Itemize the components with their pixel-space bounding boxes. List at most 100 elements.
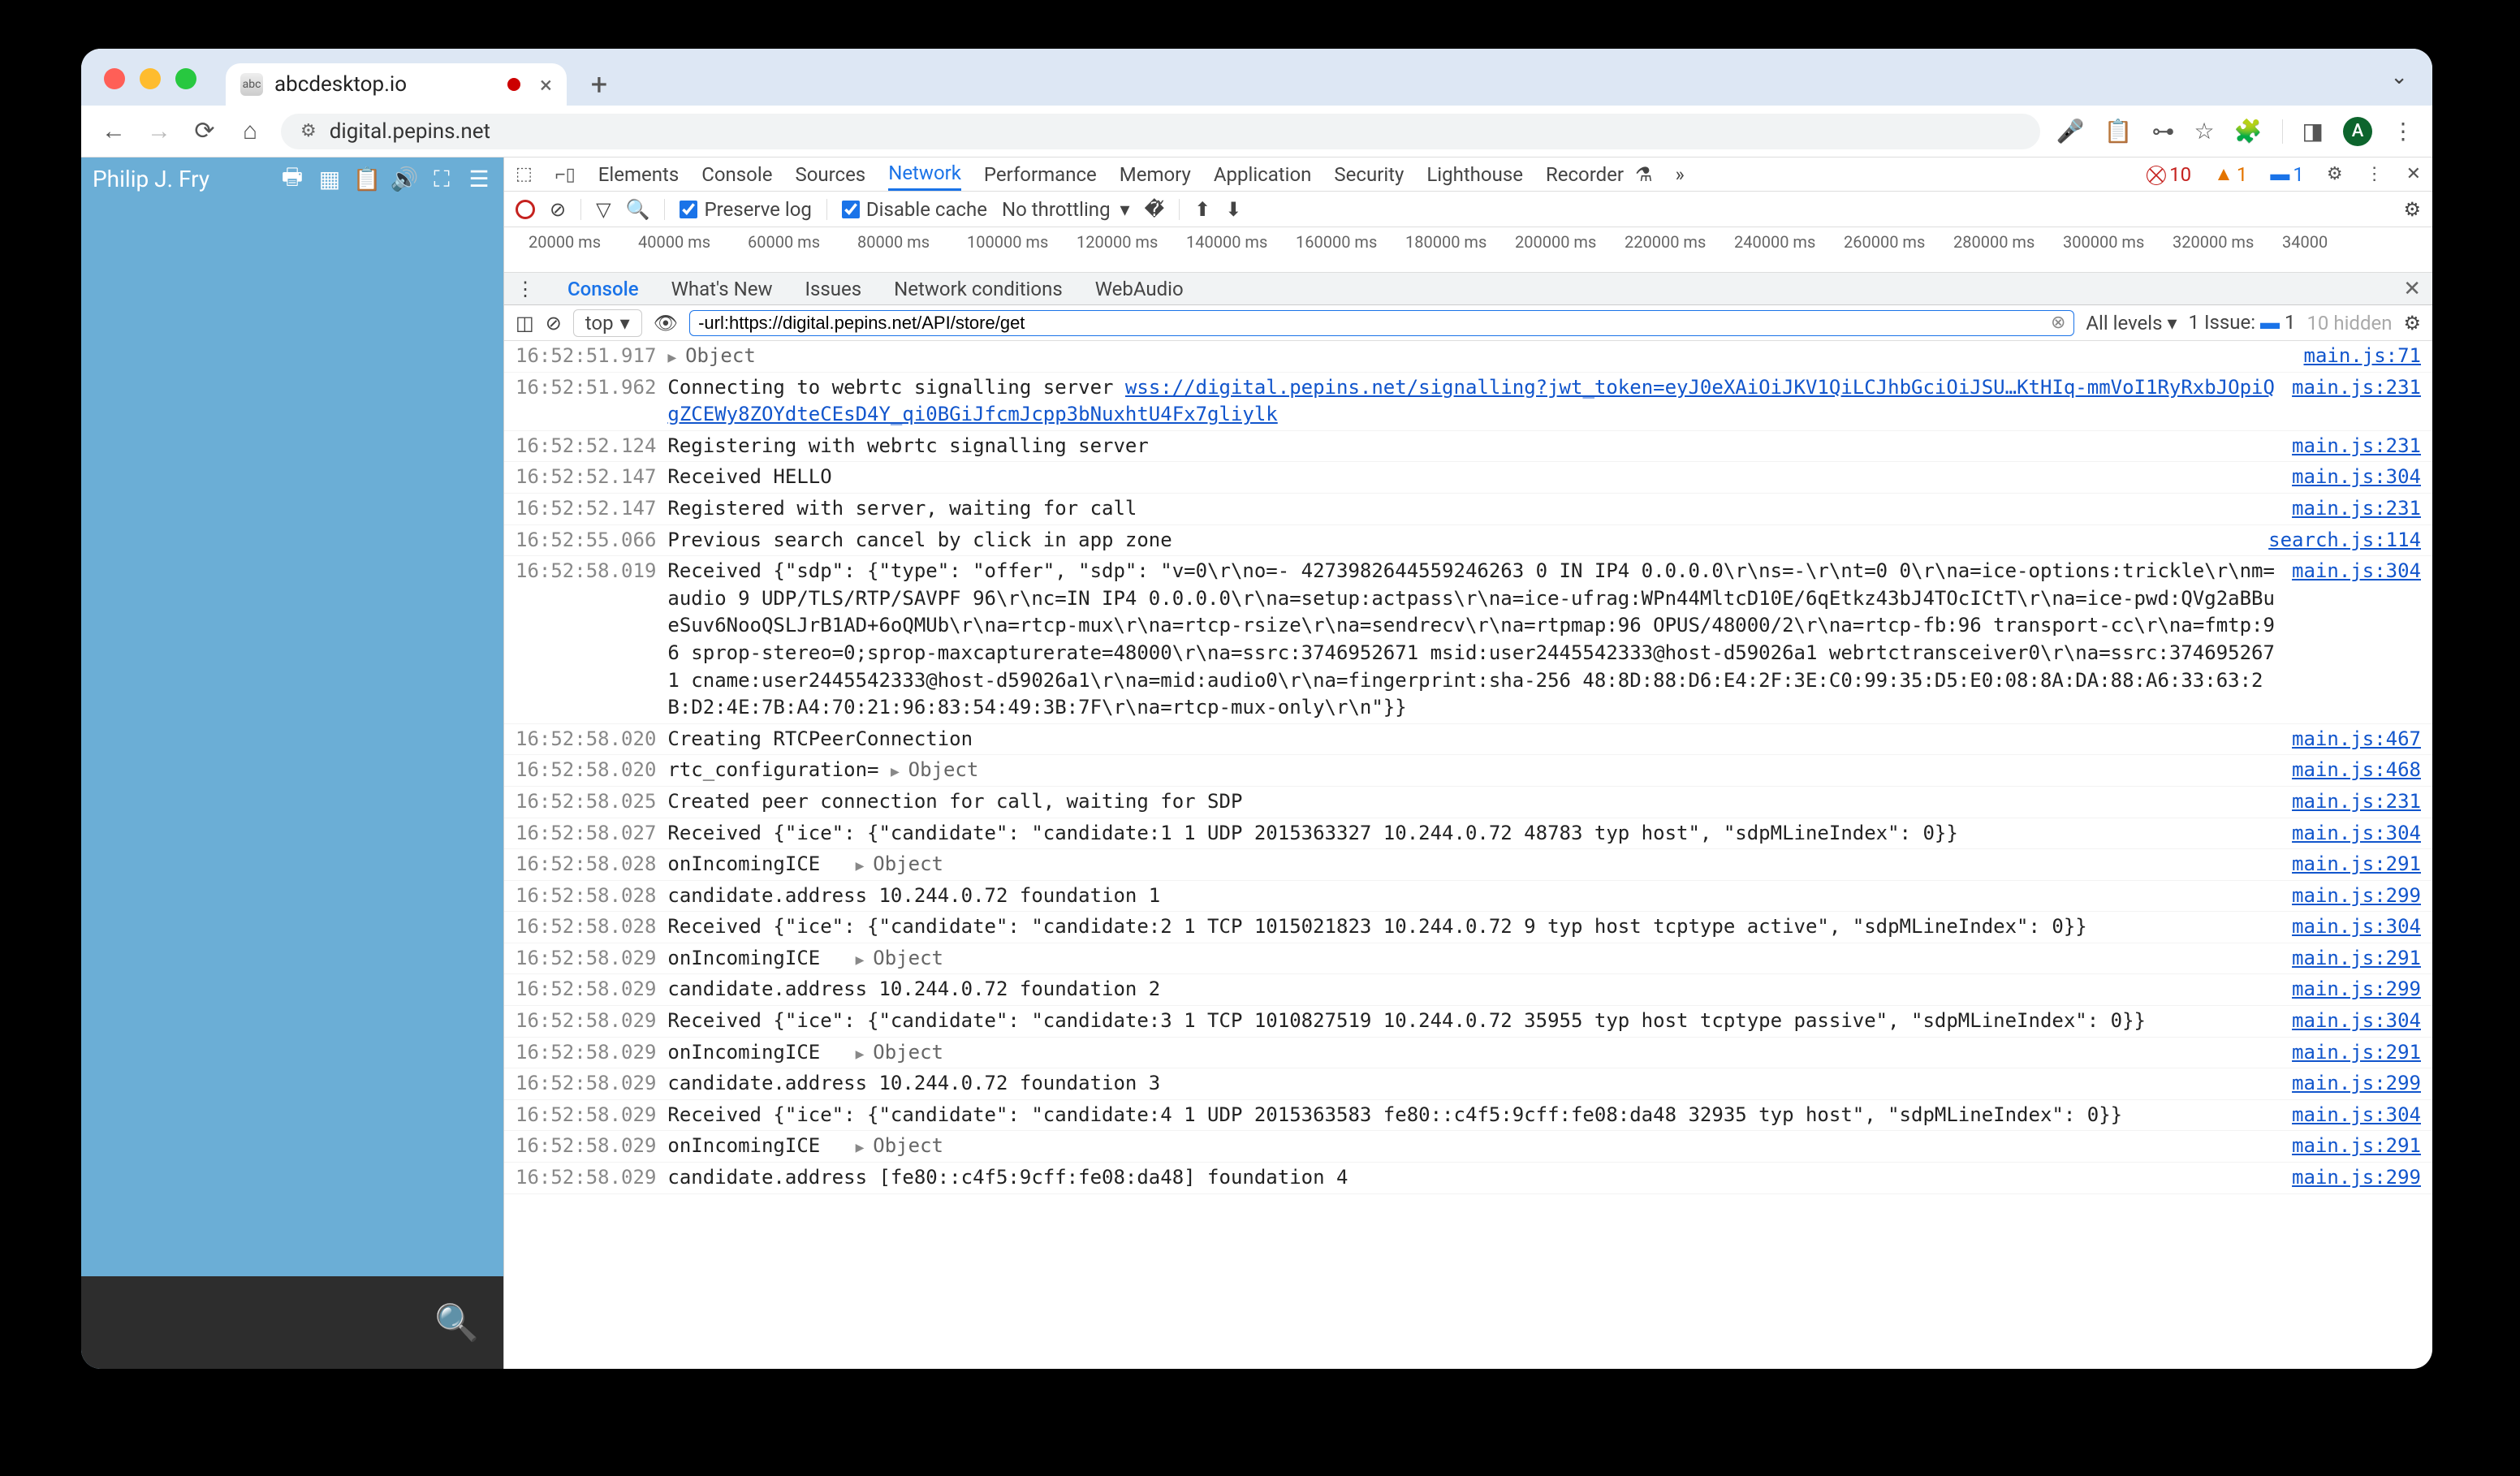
tab-lighthouse[interactable]: Lighthouse <box>1426 158 1523 191</box>
log-source-link[interactable]: search.js:114 <box>2268 527 2421 555</box>
log-row[interactable]: 16:52:58.029candidate.address 10.244.0.7… <box>504 1068 2432 1100</box>
extensions-icon[interactable]: 🧩 <box>2234 118 2263 145</box>
list-icon[interactable]: ☰ <box>466 166 492 192</box>
tab-security[interactable]: Security <box>1334 158 1404 191</box>
log-row[interactable]: 16:52:52.147Received HELLOmain.js:304 <box>504 462 2432 494</box>
log-source-link[interactable]: main.js:299 <box>2292 883 2421 910</box>
log-source-link[interactable]: main.js:304 <box>2292 558 2421 585</box>
volume-icon[interactable]: 🔊 <box>391 166 417 192</box>
log-row[interactable]: 16:52:58.027Received {"ice": {"candidate… <box>504 818 2432 850</box>
object-toggle[interactable]: Object <box>891 758 978 781</box>
log-row[interactable]: 16:52:58.029candidate.address 10.244.0.7… <box>504 974 2432 1006</box>
warning-count[interactable]: ▲ 1 <box>2214 162 2247 186</box>
console-filter-input[interactable]: ⊗ <box>689 310 2074 336</box>
tab-list-button[interactable]: ⌄ <box>2390 65 2408 89</box>
console-log[interactable]: 16:52:51.917Objectmain.js:7116:52:51.962… <box>504 341 2432 1369</box>
key-icon[interactable]: ⊶ <box>2152 118 2175 145</box>
context-select[interactable]: top ▾ <box>573 309 642 337</box>
log-source-link[interactable]: main.js:231 <box>2292 788 2421 816</box>
log-row[interactable]: 16:52:58.029candidate.address [fe80::c4f… <box>504 1163 2432 1194</box>
tab-sources[interactable]: Sources <box>795 158 865 191</box>
log-row[interactable]: 16:52:58.029onIncomingICE Objectmain.js:… <box>504 943 2432 975</box>
log-source-link[interactable]: main.js:304 <box>2292 464 2421 491</box>
url-input[interactable]: ⚙ digital.pepins.net <box>281 114 2040 149</box>
devtools-menu-icon[interactable]: ⋮ <box>2366 164 2384 184</box>
log-row[interactable]: 16:52:51.917Objectmain.js:71 <box>504 341 2432 373</box>
disable-cache-checkbox[interactable]: Disable cache <box>842 198 987 221</box>
drawer-tab-webaudio[interactable]: WebAudio <box>1095 278 1184 300</box>
sidebar-toggle-icon[interactable]: ◫ <box>516 312 534 334</box>
log-row[interactable]: 16:52:58.029onIncomingICE Objectmain.js:… <box>504 1131 2432 1163</box>
hidden-count[interactable]: 10 hidden <box>2306 312 2392 334</box>
log-source-link[interactable]: main.js:291 <box>2292 1039 2421 1067</box>
clipboard-icon[interactable]: 📋 <box>354 166 380 192</box>
log-row[interactable]: 16:52:58.020Creating RTCPeerConnectionma… <box>504 724 2432 756</box>
log-row[interactable]: 16:52:58.025Created peer connection for … <box>504 787 2432 818</box>
clear-filter-button[interactable]: ⊗ <box>2051 313 2065 333</box>
object-toggle[interactable]: Object <box>856 1041 943 1064</box>
log-source-link[interactable]: main.js:304 <box>2292 820 2421 848</box>
app-desktop[interactable] <box>81 201 503 1276</box>
back-button[interactable]: ← <box>99 117 128 146</box>
home-button[interactable]: ⌂ <box>235 117 265 146</box>
tab-application[interactable]: Application <box>1214 158 1312 191</box>
log-row[interactable]: 16:52:58.019Received {"sdp": {"type": "o… <box>504 556 2432 724</box>
log-row[interactable]: 16:52:58.029onIncomingICE Objectmain.js:… <box>504 1038 2432 1069</box>
network-timeline[interactable]: 20000 ms40000 ms60000 ms80000 ms100000 m… <box>504 227 2432 273</box>
clear-button[interactable]: ⊘ <box>550 198 566 221</box>
object-toggle[interactable]: Object <box>667 344 755 367</box>
log-row[interactable]: 16:52:58.028Received {"ice": {"candidate… <box>504 912 2432 943</box>
inspect-icon[interactable]: ⬚ <box>516 164 533 184</box>
more-tabs-icon[interactable]: » <box>1676 163 1685 186</box>
tab-memory[interactable]: Memory <box>1120 158 1191 191</box>
error-count[interactable]: ⛒ 10 <box>2147 163 2191 186</box>
log-row[interactable]: 16:52:52.147Registered with server, wait… <box>504 494 2432 525</box>
grid-icon[interactable]: ▦ <box>317 166 343 192</box>
minimize-window-button[interactable] <box>140 68 161 89</box>
log-source-link[interactable]: main.js:291 <box>2292 851 2421 878</box>
drawer-tab-netconditions[interactable]: Network conditions <box>894 278 1063 300</box>
log-row[interactable]: 16:52:52.124Registering with webrtc sign… <box>504 431 2432 463</box>
tab-recorder[interactable]: Recorder ⚗ <box>1546 158 1653 191</box>
log-source-link[interactable]: main.js:304 <box>2292 913 2421 941</box>
bookmark-icon[interactable]: ☆ <box>2194 118 2215 145</box>
log-row[interactable]: 16:52:51.962Connecting to webrtc signall… <box>504 373 2432 431</box>
issues-link[interactable]: 1 Issue: ▬ 1 <box>2189 311 2296 334</box>
tab-elements[interactable]: Elements <box>598 158 679 191</box>
log-row[interactable]: 16:52:58.028candidate.address 10.244.0.7… <box>504 881 2432 913</box>
fullscreen-icon[interactable]: ⛶ <box>429 166 455 192</box>
throttling-select[interactable]: No throttling ▾ <box>1002 198 1129 221</box>
log-source-link[interactable]: main.js:468 <box>2292 757 2421 784</box>
close-tab-button[interactable]: × <box>540 71 552 98</box>
print-icon[interactable]: 🖶 <box>279 166 305 192</box>
tab-console[interactable]: Console <box>701 158 772 191</box>
drawer-tab-issues[interactable]: Issues <box>805 278 862 300</box>
log-row[interactable]: 16:52:58.028onIncomingICE Objectmain.js:… <box>504 849 2432 881</box>
log-row[interactable]: 16:52:55.066Previous search cancel by cl… <box>504 525 2432 557</box>
clear-console-button[interactable]: ⊘ <box>546 312 562 334</box>
tab-performance[interactable]: Performance <box>984 158 1097 191</box>
close-devtools-button[interactable]: ✕ <box>2406 164 2421 184</box>
tab-network[interactable]: Network <box>888 158 961 191</box>
log-source-link[interactable]: main.js:304 <box>2292 1008 2421 1035</box>
log-source-link[interactable]: main.js:467 <box>2292 726 2421 753</box>
log-link[interactable]: wss://digital.pepins.net/signalling?jwt_… <box>667 376 2275 426</box>
object-toggle[interactable]: Object <box>856 852 943 875</box>
log-source-link[interactable]: main.js:231 <box>2292 495 2421 523</box>
log-row[interactable]: 16:52:58.029Received {"ice": {"candidate… <box>504 1100 2432 1132</box>
forward-button[interactable]: → <box>145 117 174 146</box>
log-source-link[interactable]: main.js:231 <box>2292 433 2421 460</box>
log-source-link[interactable]: main.js:71 <box>2304 343 2422 370</box>
close-drawer-button[interactable]: ✕ <box>2403 277 2421 301</box>
log-source-link[interactable]: main.js:299 <box>2292 1164 2421 1192</box>
log-source-link[interactable]: main.js:299 <box>2292 1070 2421 1098</box>
log-source-link[interactable]: main.js:231 <box>2292 374 2421 402</box>
search-icon[interactable]: 🔍 <box>626 198 650 221</box>
search-icon[interactable]: 🔍 <box>434 1301 479 1344</box>
object-toggle[interactable]: Object <box>856 1134 943 1157</box>
live-expression-icon[interactable]: 👁 <box>654 312 678 334</box>
download-har-icon[interactable]: ⬇ <box>1225 198 1241 221</box>
profile-avatar[interactable]: A <box>2343 117 2372 146</box>
voice-search-icon[interactable]: 🎤 <box>2056 118 2085 145</box>
reload-button[interactable]: ⟳ <box>190 117 219 146</box>
